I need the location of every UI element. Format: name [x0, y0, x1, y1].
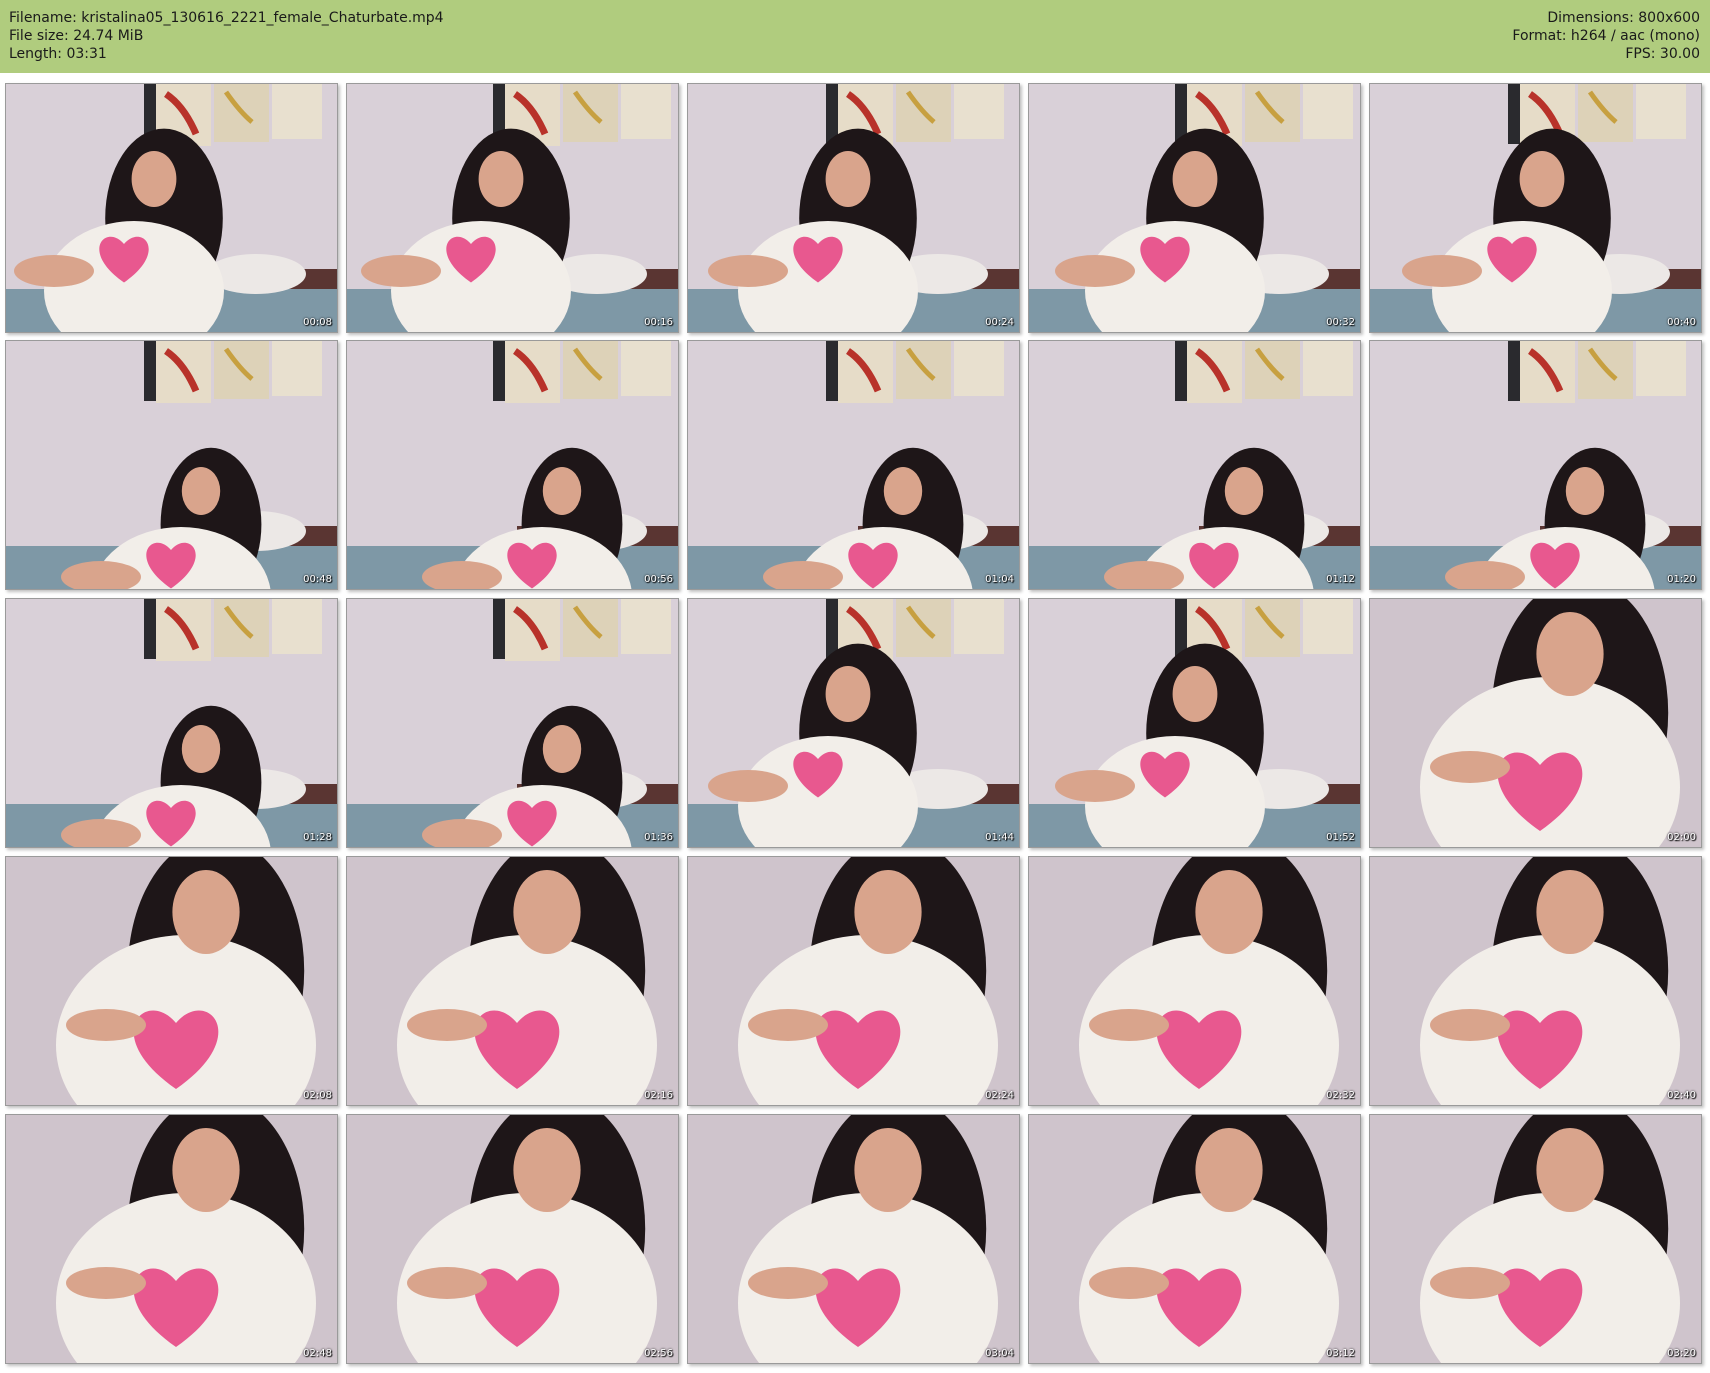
- frame-timestamp: 02:48: [303, 1348, 332, 1359]
- frame-timestamp: 03:20: [1667, 1348, 1696, 1359]
- dimensions-label: Dimensions: 800x600: [1547, 10, 1700, 26]
- file-info-right: Dimensions: 800x600 Format: h264 / aac (…: [1512, 9, 1700, 63]
- video-frame-thumbnail: 02:16: [346, 856, 679, 1106]
- frame-timestamp: 01:04: [985, 574, 1014, 585]
- frame-timestamp: 01:12: [1326, 574, 1355, 585]
- video-frame-thumbnail: 00:40: [1369, 83, 1702, 333]
- frame-timestamp: 01:44: [985, 832, 1014, 843]
- filesize-label: File size: 24.74 MiB: [9, 28, 144, 44]
- video-frame-thumbnail: 00:24: [687, 83, 1020, 333]
- frame-timestamp: 02:00: [1667, 832, 1696, 843]
- frame-timestamp: 01:36: [644, 832, 673, 843]
- video-frame-thumbnail: 02:08: [5, 856, 338, 1106]
- length-label: Length: 03:31: [9, 46, 107, 62]
- video-frame-thumbnail: 02:48: [5, 1114, 338, 1364]
- video-frame-thumbnail: 00:56: [346, 340, 679, 590]
- info-header: Filename: kristalina05_130616_2221_femal…: [0, 0, 1710, 73]
- fps-label: FPS: 30.00: [1625, 46, 1700, 62]
- frame-timestamp: 03:12: [1326, 1348, 1355, 1359]
- frame-timestamp: 00:08: [303, 317, 332, 328]
- video-frame-thumbnail: 01:28: [5, 598, 338, 848]
- video-frame-thumbnail: 00:48: [5, 340, 338, 590]
- video-frame-thumbnail: 02:00: [1369, 598, 1702, 848]
- frame-timestamp: 00:16: [644, 317, 673, 328]
- video-frame-thumbnail: 01:36: [346, 598, 679, 848]
- frame-timestamp: 00:32: [1326, 317, 1355, 328]
- frame-timestamp: 02:40: [1667, 1090, 1696, 1101]
- frame-timestamp: 03:04: [985, 1348, 1014, 1359]
- frame-timestamp: 00:40: [1667, 317, 1696, 328]
- video-frame-thumbnail: 00:08: [5, 83, 338, 333]
- file-info-left: Filename: kristalina05_130616_2221_femal…: [9, 9, 444, 63]
- video-frame-thumbnail: 03:12: [1028, 1114, 1361, 1364]
- video-frame-thumbnail: 01:12: [1028, 340, 1361, 590]
- frame-timestamp: 02:56: [644, 1348, 673, 1359]
- video-frame-thumbnail: 00:32: [1028, 83, 1361, 333]
- video-frame-thumbnail: 00:16: [346, 83, 679, 333]
- frame-timestamp: 00:24: [985, 317, 1014, 328]
- format-label: Format: h264 / aac (mono): [1512, 28, 1700, 44]
- frame-timestamp: 01:52: [1326, 832, 1355, 843]
- video-frame-thumbnail: 01:20: [1369, 340, 1702, 590]
- frame-timestamp: 02:32: [1326, 1090, 1355, 1101]
- filename-label: Filename: kristalina05_130616_2221_femal…: [9, 10, 444, 26]
- video-frame-thumbnail: 02:56: [346, 1114, 679, 1364]
- video-frame-thumbnail: 01:04: [687, 340, 1020, 590]
- frame-timestamp: 02:16: [644, 1090, 673, 1101]
- video-frame-thumbnail: 02:40: [1369, 856, 1702, 1106]
- video-frame-thumbnail: 03:20: [1369, 1114, 1702, 1364]
- frame-timestamp: 02:24: [985, 1090, 1014, 1101]
- frame-timestamp: 01:20: [1667, 574, 1696, 585]
- video-frame-thumbnail: 03:04: [687, 1114, 1020, 1364]
- video-frame-thumbnail: 01:44: [687, 598, 1020, 848]
- video-frame-thumbnail: 02:24: [687, 856, 1020, 1106]
- video-frame-thumbnail: 01:52: [1028, 598, 1361, 848]
- frame-timestamp: 00:56: [644, 574, 673, 585]
- frame-timestamp: 02:08: [303, 1090, 332, 1101]
- frame-timestamp: 00:48: [303, 574, 332, 585]
- frame-timestamp: 01:28: [303, 832, 332, 843]
- thumbnail-grid: 00:08 00:16 00:24 00:32 00:40 00:48 00:56 01:04…: [0, 73, 1710, 1373]
- video-frame-thumbnail: 02:32: [1028, 856, 1361, 1106]
